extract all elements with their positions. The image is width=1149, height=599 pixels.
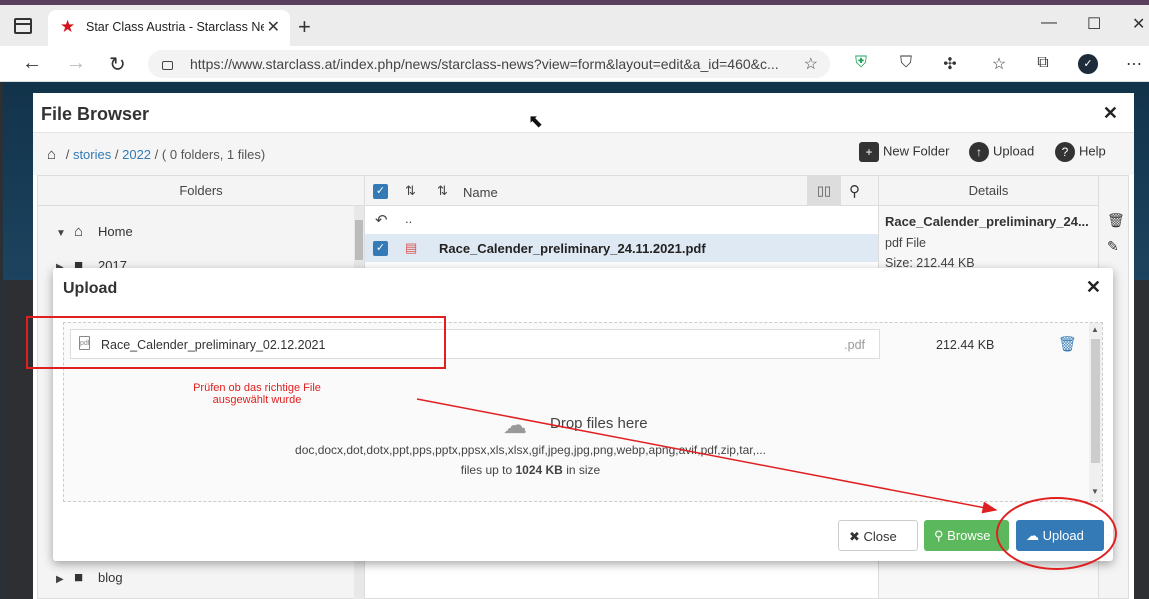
breadcrumb-2022[interactable]: 2022 — [122, 147, 151, 162]
file-name: Race_Calender_preliminary_24.11.2021.pdf — [439, 241, 706, 256]
profile-avatar[interactable]: ✓ — [1078, 54, 1098, 74]
file-checkbox[interactable]: ✓ — [373, 241, 388, 256]
breadcrumb-stories[interactable]: stories — [73, 147, 111, 162]
url-field[interactable]: https://www.starclass.at/index.php/news/… — [148, 50, 830, 78]
url-text: https://www.starclass.at/index.php/news/… — [190, 56, 779, 72]
caret-down-icon[interactable]: ▼ — [56, 228, 74, 239]
new-folder-icon: + — [859, 142, 879, 162]
home-icon[interactable]: ⌂ — [47, 146, 56, 163]
toolbar-upload-button[interactable]: ↑ Upload — [969, 142, 1034, 162]
upload-file-size: 212.44 KB — [936, 338, 995, 352]
remove-file-icon[interactable]: 🗑 — [1058, 335, 1077, 353]
home-folder-icon: ⌂ — [74, 223, 84, 240]
close-window-icon[interactable]: ✕ — [1132, 14, 1145, 34]
close-icon: ✖ — [849, 529, 860, 544]
annotation-rectangle — [26, 316, 446, 369]
caret-right-icon[interactable]: ▶ — [56, 574, 74, 585]
size-limit: files up to 1024 KB in size — [460, 463, 601, 477]
top-strip — [0, 0, 1149, 5]
tab-actions-icon[interactable] — [14, 18, 32, 34]
help-icon: ? — [1055, 142, 1075, 162]
select-all-checkbox[interactable]: ✓ — [373, 184, 388, 199]
folder-icon: ■ — [74, 569, 84, 586]
annotation-text: Prüfen ob das richtige File ausgewählt w… — [193, 382, 321, 406]
cloud-upload-icon: ↑ — [969, 142, 989, 162]
browser-tab[interactable]: ★ Star Class Austria - Starclass New ✕ — [48, 10, 290, 46]
upload-title: Upload — [63, 280, 118, 297]
tree-item-blog[interactable]: ▶ ■ blog — [56, 569, 123, 586]
scroll-down-icon[interactable]: ▼ — [1091, 487, 1099, 496]
edit-icon[interactable]: ✎ — [1107, 238, 1119, 255]
reload-icon[interactable]: ↻ — [109, 52, 126, 77]
file-row[interactable]: ✓ ▤ Race_Calender_preliminary_24.11.2021… — [365, 234, 878, 262]
mouse-cursor-icon: ⬉ — [528, 111, 544, 131]
maximize-icon[interactable]: ☐ — [1087, 14, 1101, 34]
minimize-icon[interactable]: — — [1041, 14, 1057, 32]
file-browser-title: File Browser — [41, 104, 150, 124]
parent-folder-row[interactable]: ↶ .. — [365, 206, 878, 234]
close-tab-icon[interactable]: ✕ — [267, 17, 280, 37]
folders-header: Folders — [38, 176, 364, 206]
back-arrow-icon[interactable]: ← — [22, 52, 42, 75]
browser-tab-bar: ★ Star Class Austria - Starclass New ✕ +… — [0, 0, 1149, 46]
collections-icon[interactable]: ⧉ — [1033, 54, 1053, 74]
sort-desc-icon[interactable]: ⇅ — [437, 183, 448, 199]
upload-file-ext: .pdf — [844, 338, 865, 352]
folder-summary: ( 0 folders, 1 files) — [161, 147, 266, 162]
tree-item-home[interactable]: ▼ ⌂ Home — [56, 223, 133, 240]
upload-modal: Upload ✕ pdf Race_Calender_preliminary_0… — [53, 268, 1113, 561]
search-icon: ⚲ — [934, 528, 944, 543]
details-header: Details — [879, 176, 1098, 206]
shield-extension-icon[interactable]: ⛨ — [851, 54, 871, 74]
forward-arrow-icon[interactable]: → — [66, 52, 86, 75]
breadcrumb: ⌂ / stories / 2022 / ( 0 folders, 1 file… — [47, 146, 266, 163]
allowed-extensions: doc,docx,dot,dotx,ppt,pps,pptx,ppsx,xls,… — [295, 443, 766, 457]
tab-title: Star Class Austria - Starclass New — [86, 20, 264, 34]
search-icon[interactable]: ⚲ — [849, 182, 860, 200]
file-browser-close-icon[interactable]: ✕ — [1103, 103, 1118, 124]
details-file-type: pdf File — [885, 236, 926, 250]
file-browser-toolbar: ⌂ / stories / 2022 / ( 0 folders, 1 file… — [33, 133, 1134, 175]
sort-asc-icon[interactable]: ⇅ — [405, 183, 416, 199]
more-menu-icon[interactable]: ⋯ — [1124, 54, 1144, 74]
add-favorite-icon[interactable]: ☆ — [804, 54, 818, 74]
pdf-file-icon: ▤ — [405, 240, 418, 255]
cloud-upload-icon: ☁ — [503, 412, 527, 439]
close-button[interactable]: ✖ Close — [838, 520, 918, 551]
view-toggle-icon[interactable]: ▯▯ — [807, 176, 841, 206]
new-tab-icon[interactable]: + — [298, 14, 311, 40]
privacy-extension-icon[interactable]: ⛉ — [896, 54, 916, 74]
name-column-header[interactable]: Name — [463, 185, 498, 200]
new-folder-button[interactable]: + New Folder — [859, 142, 949, 162]
help-button[interactable]: ? Help — [1055, 142, 1106, 162]
file-browser-header: File Browser ✕ — [33, 93, 1134, 133]
annotation-ellipse — [996, 497, 1117, 570]
files-header: ✓ ⇅ ⇅ Name ▯▯ ⚲ — [365, 176, 878, 206]
lock-icon — [162, 61, 173, 70]
upload-close-icon[interactable]: ✕ — [1086, 277, 1101, 298]
scroll-up-icon[interactable]: ▲ — [1091, 325, 1099, 334]
back-icon: ↶ — [375, 212, 388, 229]
favorites-icon[interactable]: ☆ — [989, 54, 1009, 74]
address-bar: ← → ↻ https://www.starclass.at/index.php… — [0, 46, 1149, 82]
extensions-icon[interactable]: ✣ — [940, 54, 960, 74]
drop-message: Drop files here — [550, 415, 648, 432]
star-favicon-icon: ★ — [60, 17, 76, 36]
drop-zone-scrollbar[interactable]: ▲ ▼ — [1089, 323, 1102, 501]
details-file-name: Race_Calender_preliminary_24... — [885, 214, 1089, 229]
delete-icon[interactable]: 🗑 — [1107, 212, 1125, 229]
